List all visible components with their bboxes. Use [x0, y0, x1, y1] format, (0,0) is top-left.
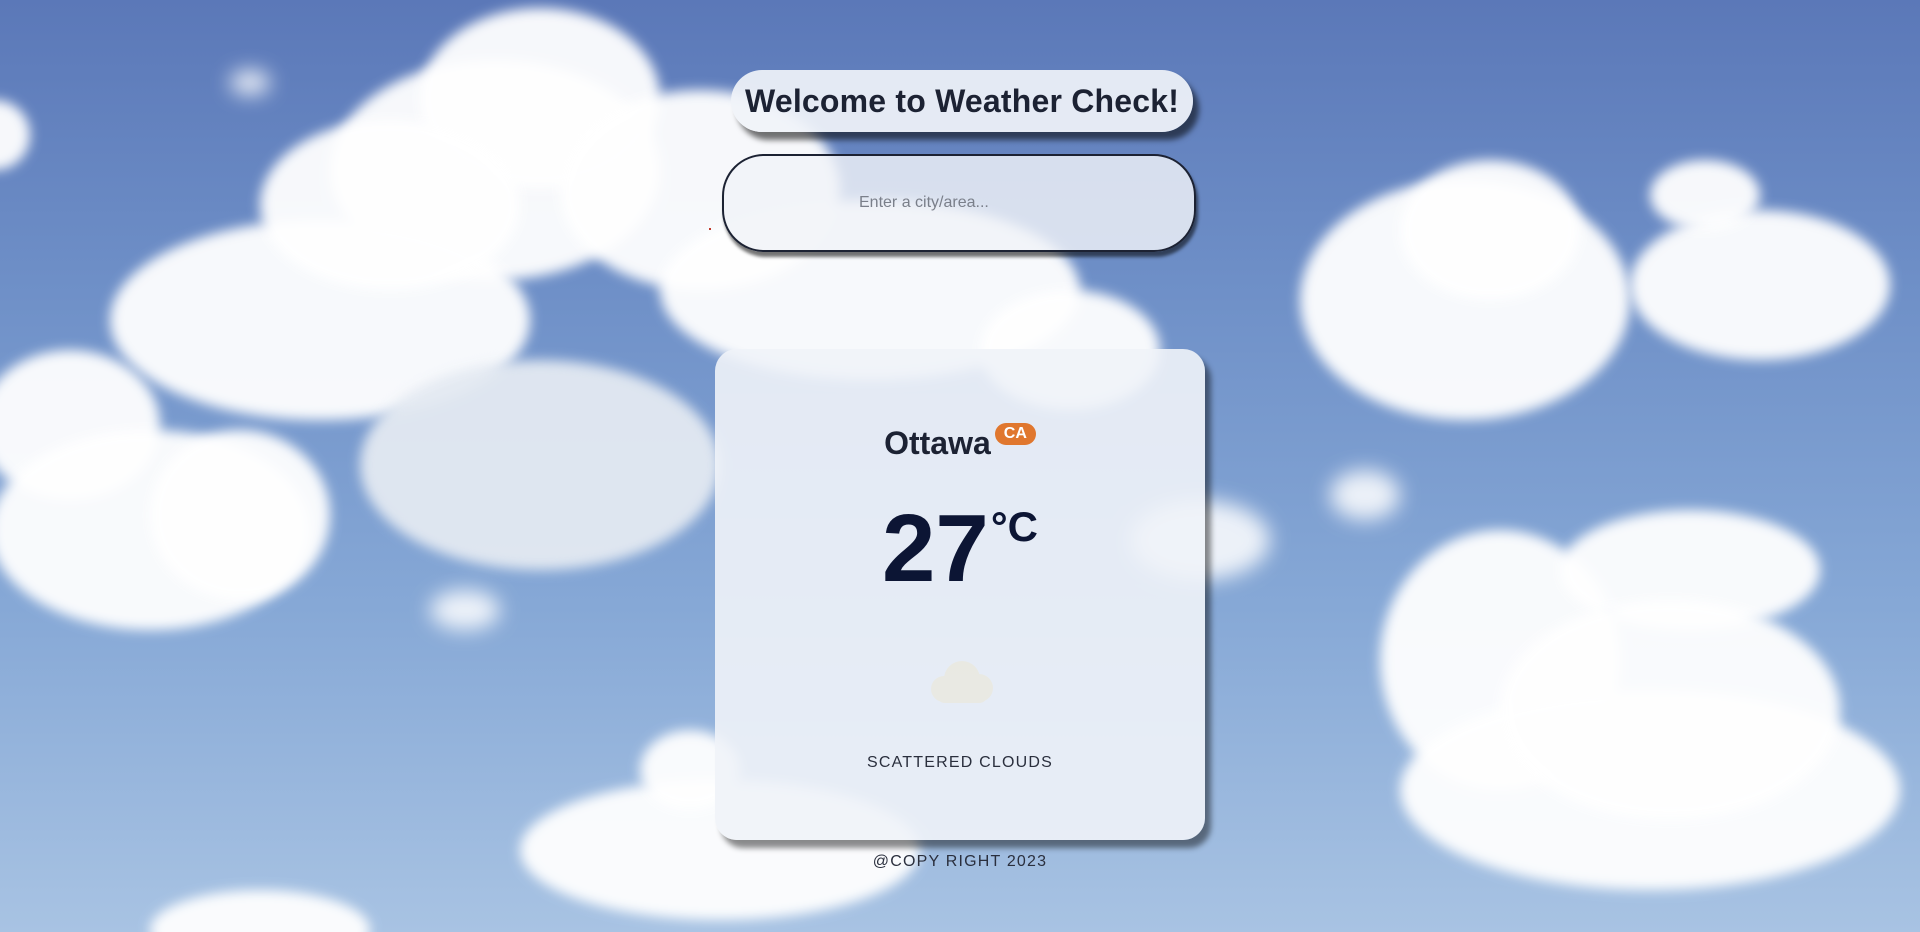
page-title: Welcome to Weather Check!	[745, 82, 1180, 119]
stray-dot	[709, 228, 711, 230]
copyright-footer: @COPY RIGHT 2023	[872, 853, 1048, 870]
country-badge: CA	[994, 423, 1036, 445]
temperature-unit: °C	[990, 503, 1038, 550]
temperature-row: 27°C	[715, 501, 1205, 597]
location-row: Ottawa CA	[715, 423, 1205, 462]
weather-card: Ottawa CA 27°C SCATTERED CLOUDS	[715, 349, 1205, 840]
cloud-icon	[931, 661, 993, 703]
welcome-banner: Welcome to Weather Check!	[731, 70, 1194, 132]
temperature-value: 27	[882, 495, 989, 602]
weather-condition: SCATTERED CLOUDS	[866, 754, 1054, 771]
city-name: Ottawa	[884, 425, 991, 461]
search-box[interactable]	[722, 154, 1196, 252]
city-search-input[interactable]	[724, 156, 1194, 250]
